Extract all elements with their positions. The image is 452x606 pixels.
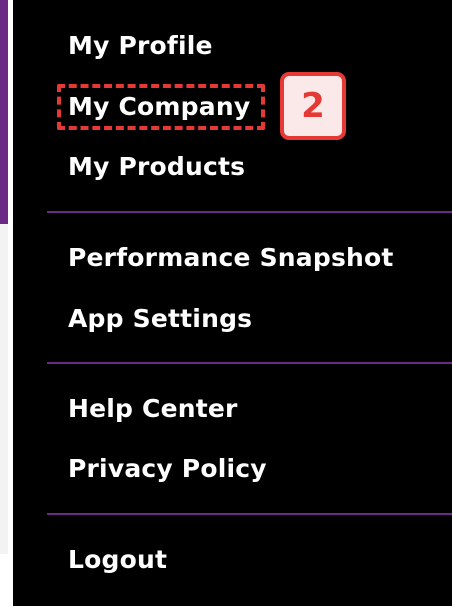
highlight-dashed-box bbox=[57, 84, 265, 130]
menu-item-app-settings[interactable]: App Settings bbox=[68, 299, 252, 339]
menu-divider bbox=[47, 513, 452, 515]
menu-item-help-center[interactable]: Help Center bbox=[68, 389, 238, 429]
menu-divider bbox=[47, 211, 452, 213]
step-number-badge: 2 bbox=[280, 72, 346, 140]
background-page-edge bbox=[0, 224, 8, 554]
menu-item-my-profile[interactable]: My Profile bbox=[68, 26, 213, 66]
menu-divider bbox=[47, 362, 452, 364]
menu-item-privacy-policy[interactable]: Privacy Policy bbox=[68, 449, 267, 489]
account-dropdown-menu: My Profile My Company My Products Perfor… bbox=[13, 0, 452, 606]
menu-item-my-products[interactable]: My Products bbox=[68, 147, 245, 187]
background-accent-strip bbox=[0, 0, 8, 224]
menu-item-logout[interactable]: Logout bbox=[68, 540, 167, 580]
screenshot-page: My Profile My Company My Products Perfor… bbox=[0, 0, 452, 606]
menu-item-performance-snapshot[interactable]: Performance Snapshot bbox=[68, 238, 394, 278]
